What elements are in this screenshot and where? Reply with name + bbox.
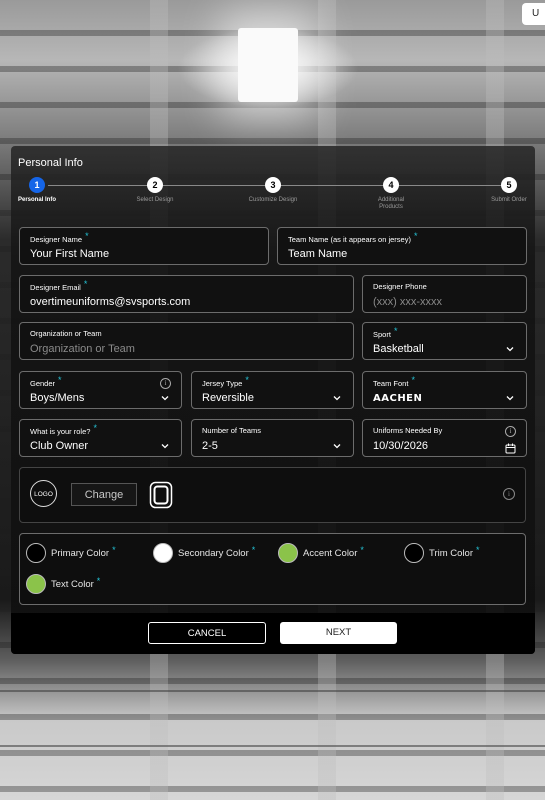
field-label: Designer Phone bbox=[373, 282, 427, 291]
color-label: Text Color * bbox=[51, 576, 101, 590]
info-icon[interactable]: i bbox=[505, 426, 516, 437]
step-label: Personal Info bbox=[17, 197, 56, 203]
personal-info-panel: Personal Info 1 Personal Info 2 Select D… bbox=[11, 146, 535, 654]
step-number: 2 bbox=[147, 177, 163, 193]
uniforms-needed-by-field[interactable]: Uniforms Needed By i 10/30/2026 bbox=[362, 419, 527, 457]
organization-input[interactable]: Organization or Team bbox=[30, 343, 135, 355]
step-label: Submit Order bbox=[491, 197, 527, 203]
field-label: Designer Email * bbox=[30, 279, 88, 292]
gender-value: Boys/Mens bbox=[30, 392, 85, 404]
field-label: Sport * bbox=[373, 326, 398, 339]
number-of-teams-value: 2-5 bbox=[202, 440, 218, 452]
step-number: 3 bbox=[265, 177, 281, 193]
required-mark: * bbox=[245, 375, 249, 385]
required-mark: * bbox=[83, 279, 88, 289]
team-name-input[interactable]: Team Name bbox=[288, 248, 347, 260]
step-label: Customize Design bbox=[248, 197, 298, 203]
designer-email-input[interactable]: overtimeuniforms@svsports.com bbox=[30, 296, 190, 308]
team-font-value: AACHEN bbox=[373, 393, 423, 404]
field-label: What is your role? * bbox=[30, 423, 97, 436]
needed-by-date-input[interactable]: 10/30/2026 bbox=[373, 440, 428, 452]
field-label: Team Font * bbox=[373, 375, 415, 388]
color-circle[interactable] bbox=[26, 543, 46, 563]
chevron-down-icon[interactable] bbox=[159, 440, 171, 452]
form-footer: CANCEL NEXT bbox=[11, 613, 535, 654]
field-label: Team Name (as it appears on jersey) * bbox=[288, 231, 418, 244]
designer-email-field[interactable]: Designer Email * overtimeuniforms@svsport… bbox=[19, 275, 354, 313]
step-select-design[interactable]: 2 Select Design bbox=[130, 177, 180, 204]
designer-phone-field[interactable]: Designer Phone (xxx) xxx-xxxx bbox=[362, 275, 527, 313]
change-logo-button[interactable]: Change bbox=[71, 483, 137, 506]
required-mark: * bbox=[96, 576, 101, 586]
required-mark: * bbox=[251, 545, 256, 555]
next-button[interactable]: NEXT bbox=[280, 622, 397, 644]
color-circle[interactable] bbox=[26, 574, 46, 594]
team-name-field[interactable]: Team Name (as it appears on jersey) * Tea… bbox=[277, 227, 527, 265]
team-font-select[interactable]: Team Font * AACHEN bbox=[362, 371, 527, 409]
field-label: Designer Name * bbox=[30, 231, 89, 244]
logo-upload-section: LOGO Change i bbox=[19, 467, 526, 523]
required-mark: * bbox=[112, 545, 116, 555]
field-label: Number of Teams bbox=[202, 426, 262, 435]
gender-select[interactable]: Gender * i Boys/Mens bbox=[19, 371, 182, 409]
chevron-down-icon[interactable] bbox=[504, 343, 516, 355]
info-icon[interactable]: i bbox=[503, 488, 515, 500]
color-label: Primary Color * bbox=[51, 545, 116, 559]
sport-select[interactable]: Sport * Basketball bbox=[362, 322, 527, 360]
step-label: Additional Products bbox=[377, 197, 405, 210]
jersey-icon[interactable] bbox=[149, 481, 173, 514]
field-label: Organization or Team bbox=[30, 329, 102, 338]
role-value: Club Owner bbox=[30, 440, 89, 452]
color-circle[interactable] bbox=[404, 543, 424, 563]
field-label: Gender * bbox=[30, 375, 62, 388]
organization-field[interactable]: Organization or Team Organization or Tea… bbox=[19, 322, 354, 360]
designer-name-field[interactable]: Designer Name * Your First Name bbox=[19, 227, 269, 265]
cancel-button[interactable]: CANCEL bbox=[148, 622, 266, 644]
panel-title: Personal Info bbox=[18, 157, 83, 169]
step-number: 5 bbox=[501, 177, 517, 193]
info-icon[interactable]: i bbox=[160, 378, 171, 389]
color-circle[interactable] bbox=[278, 543, 298, 563]
chevron-down-icon[interactable] bbox=[331, 392, 343, 404]
designer-phone-input[interactable]: (xxx) xxx-xxxx bbox=[373, 296, 442, 308]
number-of-teams-select[interactable]: Number of Teams 2-5 bbox=[191, 419, 354, 457]
required-mark: * bbox=[475, 545, 480, 555]
jersey-type-select[interactable]: Jersey Type * Reversible bbox=[191, 371, 354, 409]
step-number: 4 bbox=[383, 177, 399, 193]
logo-preview[interactable]: LOGO bbox=[30, 480, 57, 507]
sport-value: Basketball bbox=[373, 343, 424, 355]
required-mark: * bbox=[393, 326, 398, 336]
designer-name-input[interactable]: Your First Name bbox=[30, 248, 109, 260]
field-label: Jersey Type * bbox=[202, 375, 249, 388]
jersey-type-value: Reversible bbox=[202, 392, 254, 404]
color-label: Trim Color * bbox=[429, 545, 480, 559]
step-additional-products[interactable]: 4 Additional Products bbox=[366, 177, 416, 211]
step-label: Select Design bbox=[136, 197, 174, 203]
step-customize-design[interactable]: 3 Customize Design bbox=[248, 177, 298, 204]
required-mark: * bbox=[85, 231, 89, 241]
required-mark: * bbox=[413, 231, 418, 241]
chevron-down-icon[interactable] bbox=[504, 392, 516, 404]
color-label: Accent Color * bbox=[303, 545, 364, 559]
top-right-tab[interactable]: U bbox=[522, 3, 545, 25]
color-selection-section: Primary Color * Secondary Color * Accent C… bbox=[19, 533, 526, 605]
step-number: 1 bbox=[29, 177, 45, 193]
floor-line bbox=[0, 745, 545, 747]
floor-line bbox=[0, 690, 545, 692]
chevron-down-icon[interactable] bbox=[159, 392, 171, 404]
color-circle[interactable] bbox=[153, 543, 173, 563]
required-mark: * bbox=[58, 375, 62, 385]
chevron-down-icon[interactable] bbox=[331, 440, 343, 452]
required-mark: * bbox=[93, 423, 97, 433]
calendar-icon[interactable] bbox=[505, 441, 516, 459]
role-select[interactable]: What is your role? * Club Owner bbox=[19, 419, 182, 457]
required-mark: * bbox=[360, 545, 364, 555]
ceiling-light bbox=[238, 28, 298, 102]
step-personal-info[interactable]: 1 Personal Info bbox=[12, 177, 62, 204]
field-label: Uniforms Needed By bbox=[373, 426, 443, 435]
color-label: Secondary Color * bbox=[178, 545, 256, 559]
step-submit-order[interactable]: 5 Submit Order bbox=[484, 177, 534, 204]
required-mark: * bbox=[411, 375, 415, 385]
